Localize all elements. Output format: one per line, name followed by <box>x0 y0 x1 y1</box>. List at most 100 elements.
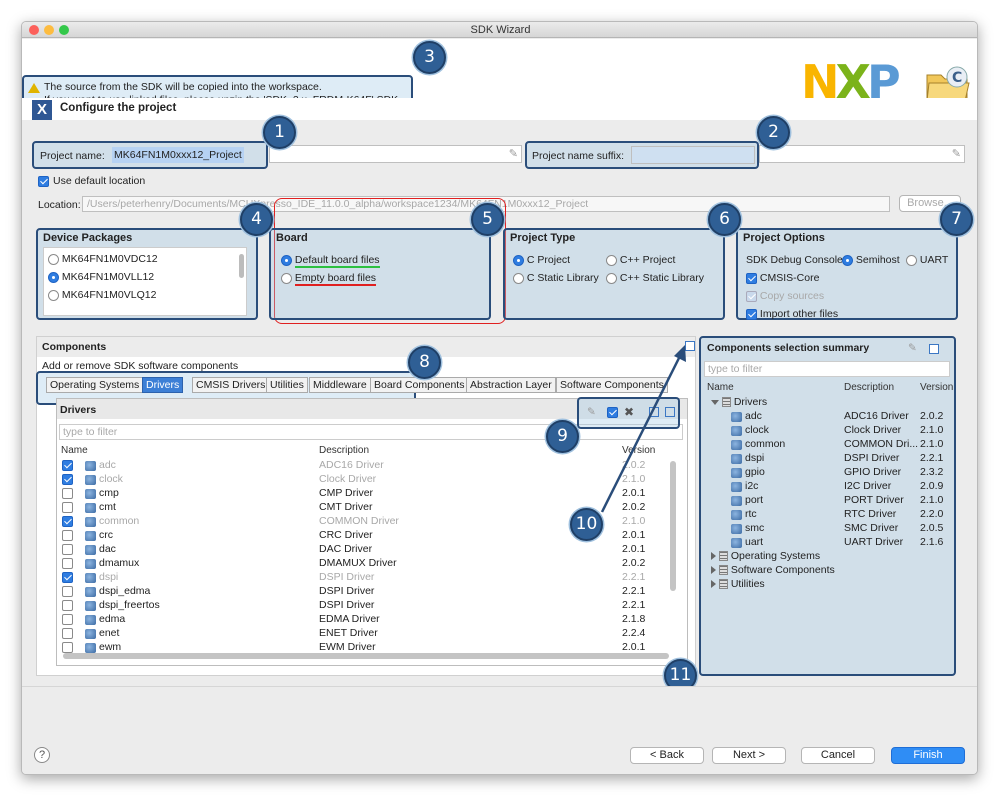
component-checkbox[interactable] <box>62 460 73 471</box>
summary-row[interactable]: clock Clock Driver 2.1.0 <box>701 424 951 438</box>
summary-filter-input[interactable]: type to filter <box>704 361 950 377</box>
semihost-option[interactable]: Semihost <box>842 254 900 266</box>
component-name: dspi <box>99 571 119 583</box>
component-checkbox[interactable] <box>62 516 73 527</box>
summary-group[interactable]: Software Components <box>711 564 835 576</box>
summary-col-description[interactable]: Description <box>844 382 894 393</box>
device-list-scrollbar[interactable] <box>239 254 244 278</box>
table-row[interactable]: dspi_freertos DSPI Driver 2.2.1 <box>57 599 667 613</box>
summary-group[interactable]: Utilities <box>711 578 765 590</box>
summary-description: UART Driver <box>844 536 904 548</box>
project-suffix-input[interactable] <box>631 146 755 164</box>
summary-row[interactable]: adc ADC16 Driver 2.0.2 <box>701 410 951 424</box>
project-name-group: Project name: MK64FN1M0xxx12_Project <box>32 141 268 169</box>
component-checkbox[interactable] <box>62 572 73 583</box>
component-checkbox[interactable] <box>62 642 73 653</box>
summary-row[interactable]: gpio GPIO Driver 2.3.2 <box>701 466 951 480</box>
component-checkbox[interactable] <box>62 628 73 639</box>
component-checkbox[interactable] <box>62 614 73 625</box>
component-checkbox[interactable] <box>62 586 73 597</box>
summary-row[interactable]: uart UART Driver 2.1.6 <box>701 536 951 550</box>
table-row[interactable]: clock Clock Driver 2.1.0 <box>57 473 667 487</box>
edit-pencil-icon[interactable]: ✎ <box>952 147 961 160</box>
tab-board-components[interactable]: Board Components <box>370 377 469 393</box>
edit-pencil-icon[interactable]: ✎ <box>509 147 518 160</box>
component-package-icon <box>731 454 742 464</box>
cpp-static-library-option[interactable]: C++ Static Library <box>606 272 704 284</box>
project-name-field-ext[interactable]: ✎ <box>269 145 522 163</box>
empty-board-files-option[interactable]: Empty board files <box>281 272 377 286</box>
device-package-item[interactable]: MK64FN1M0VDC12 <box>48 253 158 265</box>
summary-col-name[interactable]: Name <box>707 382 734 393</box>
summary-row[interactable]: dspi DSPI Driver 2.2.1 <box>701 452 951 466</box>
tab-drivers[interactable]: Drivers <box>142 377 184 393</box>
c-project-option[interactable]: C Project <box>513 254 570 266</box>
finish-button[interactable]: Finish <box>891 747 965 764</box>
table-row[interactable]: cmp CMP Driver 2.0.1 <box>57 487 667 501</box>
component-checkbox[interactable] <box>62 502 73 513</box>
summary-version: 2.2.0 <box>920 508 944 520</box>
footer: ? < Back Next > Cancel Finish <box>22 686 977 774</box>
project-name-input[interactable]: MK64FN1M0xxx12_Project <box>112 147 244 163</box>
component-checkbox[interactable] <box>62 544 73 555</box>
next-button[interactable]: Next > <box>712 747 786 764</box>
summary-description: GPIO Driver <box>844 466 902 478</box>
summary-col-version[interactable]: Version <box>920 382 953 393</box>
table-row[interactable]: edma EDMA Driver 2.1.8 <box>57 613 667 627</box>
summary-row[interactable]: common COMMON Dri... 2.1.0 <box>701 438 951 452</box>
component-description: EDMA Driver <box>319 613 380 625</box>
table-row[interactable]: dspi_edma DSPI Driver 2.2.1 <box>57 585 667 599</box>
tab-utilities[interactable]: Utilities <box>266 377 308 393</box>
use-default-location-checkbox[interactable] <box>38 175 49 187</box>
component-checkbox[interactable] <box>62 474 73 485</box>
summary-name: port <box>745 494 764 506</box>
project-type-title: Project Type <box>510 232 576 244</box>
component-checkbox[interactable] <box>62 558 73 569</box>
table-row[interactable]: dmamux DMAMUX Driver 2.0.2 <box>57 557 667 571</box>
table-row[interactable]: enet ENET Driver 2.2.4 <box>57 627 667 641</box>
project-suffix-field-ext[interactable]: ✎ <box>759 145 965 163</box>
expand-arrow-icon[interactable] <box>711 552 716 561</box>
components-summary-panel: Components selection summary ✎ type to f… <box>699 336 956 676</box>
device-package-item[interactable]: MK64FN1M0VLL12 <box>48 271 154 283</box>
drivers-hscrollbar[interactable] <box>63 653 669 659</box>
tab-abstraction-layer[interactable]: Abstraction Layer <box>466 377 556 393</box>
import-other-files-option[interactable]: Import other files <box>746 308 838 320</box>
default-board-files-option[interactable]: Default board files <box>281 254 380 268</box>
component-checkbox[interactable] <box>62 530 73 541</box>
summary-row[interactable]: rtc RTC Driver 2.2.0 <box>701 508 951 522</box>
tab-middleware[interactable]: Middleware <box>309 377 371 393</box>
table-row[interactable]: dspi DSPI Driver 2.2.1 <box>57 571 667 585</box>
use-default-location[interactable]: Use default location <box>38 175 145 187</box>
expand-all-icon[interactable] <box>929 344 939 354</box>
summary-row[interactable]: smc SMC Driver 2.0.5 <box>701 522 951 536</box>
summary-group[interactable]: Operating Systems <box>711 550 820 562</box>
cpp-project-option[interactable]: C++ Project <box>606 254 675 266</box>
component-checkbox[interactable] <box>62 488 73 499</box>
component-description: COMMON Driver <box>319 515 399 527</box>
expand-arrow-icon[interactable] <box>711 566 716 575</box>
table-row[interactable]: adc ADC16 Driver 2.0.2 <box>57 459 667 473</box>
tab-cmsis-drivers[interactable]: CMSIS Drivers <box>192 377 270 393</box>
table-row[interactable]: dac DAC Driver 2.0.1 <box>57 543 667 557</box>
tab-operating-systems[interactable]: Operating Systems <box>46 377 144 393</box>
expand-arrow-icon[interactable] <box>711 580 716 589</box>
back-button[interactable]: < Back <box>630 747 704 764</box>
component-checkbox[interactable] <box>62 600 73 611</box>
summary-version: 2.3.2 <box>920 466 944 478</box>
edit-pencil-icon[interactable]: ✎ <box>908 342 917 354</box>
components-title: Components <box>42 341 107 353</box>
summary-group-drivers[interactable]: Drivers <box>711 396 767 408</box>
callout-5: 5 <box>471 203 504 236</box>
column-header-name[interactable]: Name <box>61 445 88 456</box>
project-options-group: Project Options SDK Debug Console Semiho… <box>736 228 958 320</box>
cancel-button[interactable]: Cancel <box>801 747 875 764</box>
device-package-item[interactable]: MK64FN1M0VLQ12 <box>48 289 156 301</box>
summary-row[interactable]: i2c I2C Driver 2.0.9 <box>701 480 951 494</box>
cmsis-core-option[interactable]: CMSIS-Core <box>746 272 819 284</box>
c-static-library-option[interactable]: C Static Library <box>513 272 599 284</box>
summary-row[interactable]: port PORT Driver 2.1.0 <box>701 494 951 508</box>
help-icon[interactable]: ? <box>34 747 50 763</box>
uart-option[interactable]: UART <box>906 254 948 266</box>
column-header-description[interactable]: Description <box>319 445 369 456</box>
